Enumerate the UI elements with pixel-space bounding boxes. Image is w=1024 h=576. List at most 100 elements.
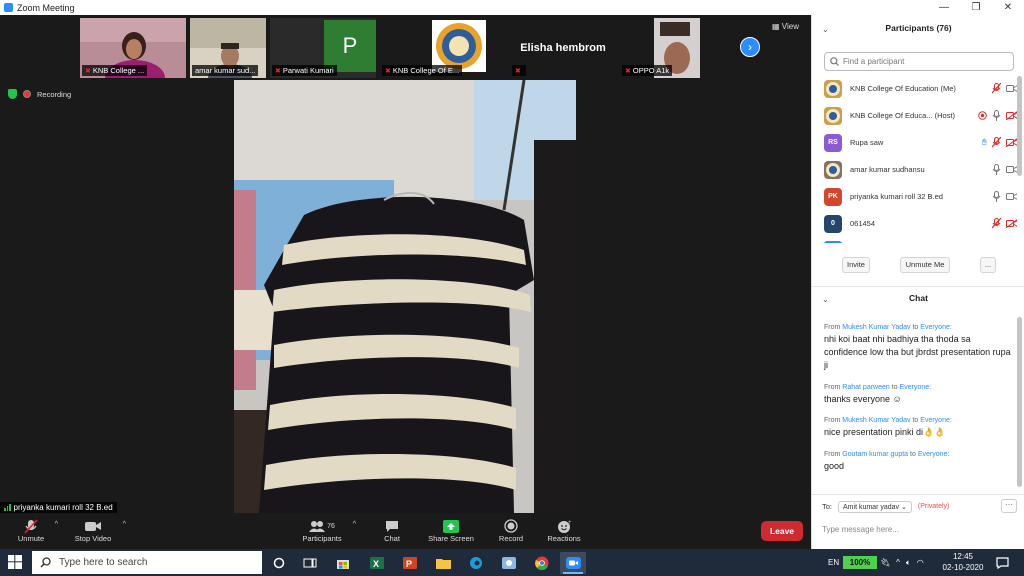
participant-name: KNB College Of Educa... (Host) [850, 111, 956, 120]
search-icon [830, 57, 839, 66]
video-options-caret[interactable]: ^ [123, 521, 126, 528]
active-speaker-video [234, 80, 576, 513]
security-shield-icon[interactable] [8, 89, 17, 99]
invite-button[interactable]: Invite [842, 257, 870, 273]
close-button[interactable]: ✕ [992, 0, 1024, 15]
participants-button[interactable]: 76 Participants ^ [300, 518, 356, 543]
recipient-dropdown[interactable]: Amit kumar yadav ⌄ [838, 500, 912, 513]
chat-title: Chat [909, 293, 928, 303]
privately-label: (Privately) [917, 503, 950, 510]
video-tile[interactable]: ✖ OPPO A1k [620, 18, 726, 78]
next-page-button[interactable]: › [740, 37, 760, 57]
video-tile[interactable]: amar kumar sud... [190, 18, 266, 78]
muted-mic-icon[interactable] [991, 83, 1002, 94]
language-indicator[interactable]: EN [828, 549, 839, 576]
battery-indicator[interactable]: 100% [843, 556, 877, 569]
volume-icon[interactable]: 🔈︎ [906, 558, 911, 568]
video-off-icon[interactable] [1006, 110, 1017, 121]
sweater-video-image [234, 80, 576, 513]
stop-video-button[interactable]: Stop Video ^ [70, 518, 126, 543]
notification-center-icon[interactable] [996, 549, 1009, 576]
store-icon[interactable] [330, 552, 356, 574]
participant-row[interactable]: RS Rupa saw ✋︎ [812, 129, 1017, 156]
chat-recipient: Everyone: [920, 324, 952, 331]
participant-name: amar kumar sudhansu [850, 165, 925, 174]
participant-name: 061454 [850, 219, 876, 228]
participant-row[interactable]: KNB College Of Education (Me) [812, 75, 1017, 102]
participant-row[interactable]: 0 061454 [812, 210, 1017, 237]
video-off-icon[interactable] [1006, 218, 1017, 229]
participant-row[interactable]: PK priyanka kumari roll 32 B.ed [812, 183, 1017, 210]
participant-name: priyanka kumari roll 32 B.ed [850, 192, 943, 201]
mic-icon[interactable] [991, 191, 1002, 202]
taskbar-clock[interactable]: 12:45 02-10-2020 [940, 551, 986, 573]
muted-mic-icon: ✖ [85, 68, 91, 75]
maximize-button[interactable]: ❐ [960, 0, 992, 15]
tile-name-label: ✖ OPPO A1k [622, 65, 673, 76]
view-button[interactable]: ▦ View [772, 22, 799, 31]
zoom-taskbar-icon[interactable] [560, 552, 586, 574]
participants-options-caret[interactable]: ^ [353, 521, 356, 528]
photos-icon[interactable] [496, 552, 522, 574]
muted-mic-icon [14, 518, 48, 534]
leave-button[interactable]: Leave [761, 521, 803, 541]
taskbar-search-input[interactable]: Type here to search [32, 551, 262, 574]
chat-message-input[interactable]: Type message here... [822, 525, 899, 534]
windows-start-icon[interactable] [8, 555, 22, 569]
chat-message-text: nhi koi baat nhi badhiya tha thoda sa co… [824, 334, 1011, 370]
excel-icon[interactable]: X [364, 552, 390, 574]
video-tile[interactable]: Elisha hembrom ✖ [510, 18, 616, 78]
tile-name-label: ✖ KNB College Of E... [382, 65, 463, 76]
wifi-icon[interactable]: ◠ [917, 558, 924, 567]
muted-mic-icon: ✖ [515, 68, 521, 75]
meeting-area: ✖ KNB College ... amar kumar sud... P ✖ Pa… [0, 15, 811, 515]
more-options-button[interactable]: ... [980, 257, 996, 273]
participants-icon: 76 [300, 518, 344, 534]
file-explorer-icon[interactable] [430, 552, 456, 574]
recording-icon [23, 90, 31, 98]
chat-sender: Rahat parween [842, 384, 890, 391]
record-button[interactable]: Record [496, 518, 526, 543]
mic-icon[interactable] [991, 110, 1002, 121]
power-plug-icon[interactable]: 🔌︎ [880, 558, 890, 567]
video-camera-icon[interactable] [1006, 83, 1017, 94]
unmute-button[interactable]: Unmute ^ [14, 518, 58, 543]
chat-scrollbar[interactable] [1017, 317, 1022, 497]
muted-mic-icon[interactable] [991, 218, 1002, 229]
muted-mic-icon[interactable] [991, 137, 1002, 148]
mic-icon[interactable] [991, 164, 1002, 175]
participant-row[interactable]: amar kumar sudhansu [812, 156, 1017, 183]
participants-title: Participants (76) [885, 23, 952, 33]
video-tile[interactable]: ✖ KNB College ... [80, 18, 186, 78]
tile-name-label: ✖ Parwati Kumari [272, 65, 337, 76]
participant-search-input[interactable]: Find a participant [824, 52, 1014, 71]
chat-more-button[interactable]: ··· [1001, 499, 1017, 513]
chat-message-text: thanks everyone ☺ [824, 394, 902, 404]
share-screen-button[interactable]: Share Screen [426, 518, 476, 543]
video-camera-icon[interactable] [1006, 164, 1017, 175]
video-tile[interactable]: P ✖ Parwati Kumari [270, 18, 376, 78]
chat-sender: Mukesh Kumar Yadav [842, 417, 911, 424]
video-tile[interactable]: ✖ KNB College Of E... [380, 18, 486, 78]
unmute-me-button[interactable]: Unmute Me [900, 257, 950, 273]
to-label: To: [822, 502, 833, 511]
task-view-icon[interactable] [297, 552, 323, 574]
show-hidden-icons-chevron-icon[interactable]: ^ [896, 558, 900, 567]
participant-list-scrollbar[interactable] [1017, 74, 1022, 246]
edge-icon[interactable] [463, 552, 489, 574]
cortana-icon[interactable] [266, 552, 292, 574]
reactions-button[interactable]: + Reactions [546, 518, 582, 543]
chat-button[interactable]: Chat [378, 518, 406, 543]
share-screen-icon [426, 518, 476, 534]
chat-message-text: good [824, 461, 845, 471]
video-camera-icon[interactable] [1006, 191, 1017, 202]
video-off-icon[interactable] [1006, 137, 1017, 148]
chat-message: From Mukesh Kumar Yadav to Everyone: nice… [824, 417, 1012, 439]
powerpoint-icon[interactable]: P [397, 552, 423, 574]
audio-options-caret[interactable]: ^ [55, 521, 58, 528]
participant-row[interactable]: KNB College Of Educa... (Host) [812, 102, 1017, 129]
chrome-icon[interactable] [529, 552, 555, 574]
minimize-button[interactable]: — [928, 0, 960, 15]
participant-status-icons [991, 83, 1017, 94]
record-indicator-icon [978, 107, 987, 125]
